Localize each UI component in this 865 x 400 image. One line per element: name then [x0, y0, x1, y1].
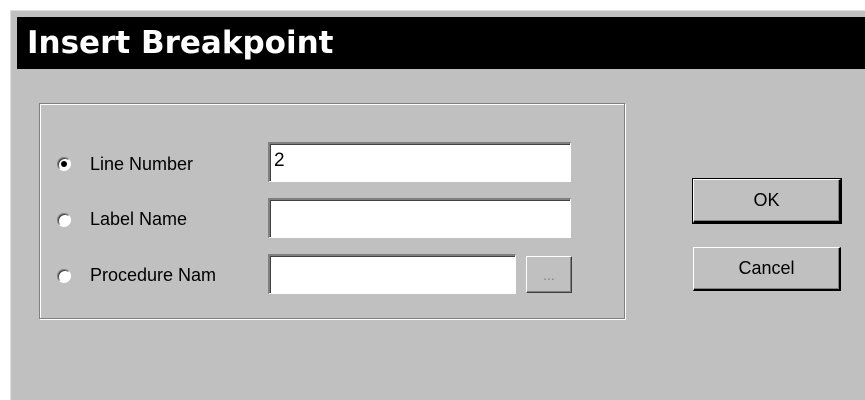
line-number-input[interactable]: 2: [268, 142, 571, 182]
label-name-label[interactable]: Label Name: [90, 209, 187, 230]
procedure-name-radio[interactable]: [57, 269, 71, 283]
browse-procedures-button[interactable]: ...: [526, 256, 572, 293]
label-name-input[interactable]: [268, 198, 571, 238]
cancel-button[interactable]: Cancel: [693, 247, 841, 291]
title-bar: Insert Breakpoint: [17, 17, 865, 69]
procedure-name-label[interactable]: Procedure Nam: [90, 265, 216, 286]
line-number-label[interactable]: Line Number: [90, 154, 193, 175]
dialog-title: Insert Breakpoint: [27, 25, 334, 61]
procedure-name-input[interactable]: [268, 254, 516, 294]
label-name-radio[interactable]: [57, 213, 71, 227]
insert-breakpoint-dialog: Insert Breakpoint Line Number 2 Label Na…: [10, 10, 865, 400]
line-number-radio[interactable]: [57, 157, 71, 171]
radio-selected-dot: [61, 161, 67, 167]
ok-button[interactable]: OK: [692, 178, 842, 224]
breakpoint-location-group: Line Number 2 Label Name Procedure Nam .…: [39, 103, 625, 319]
